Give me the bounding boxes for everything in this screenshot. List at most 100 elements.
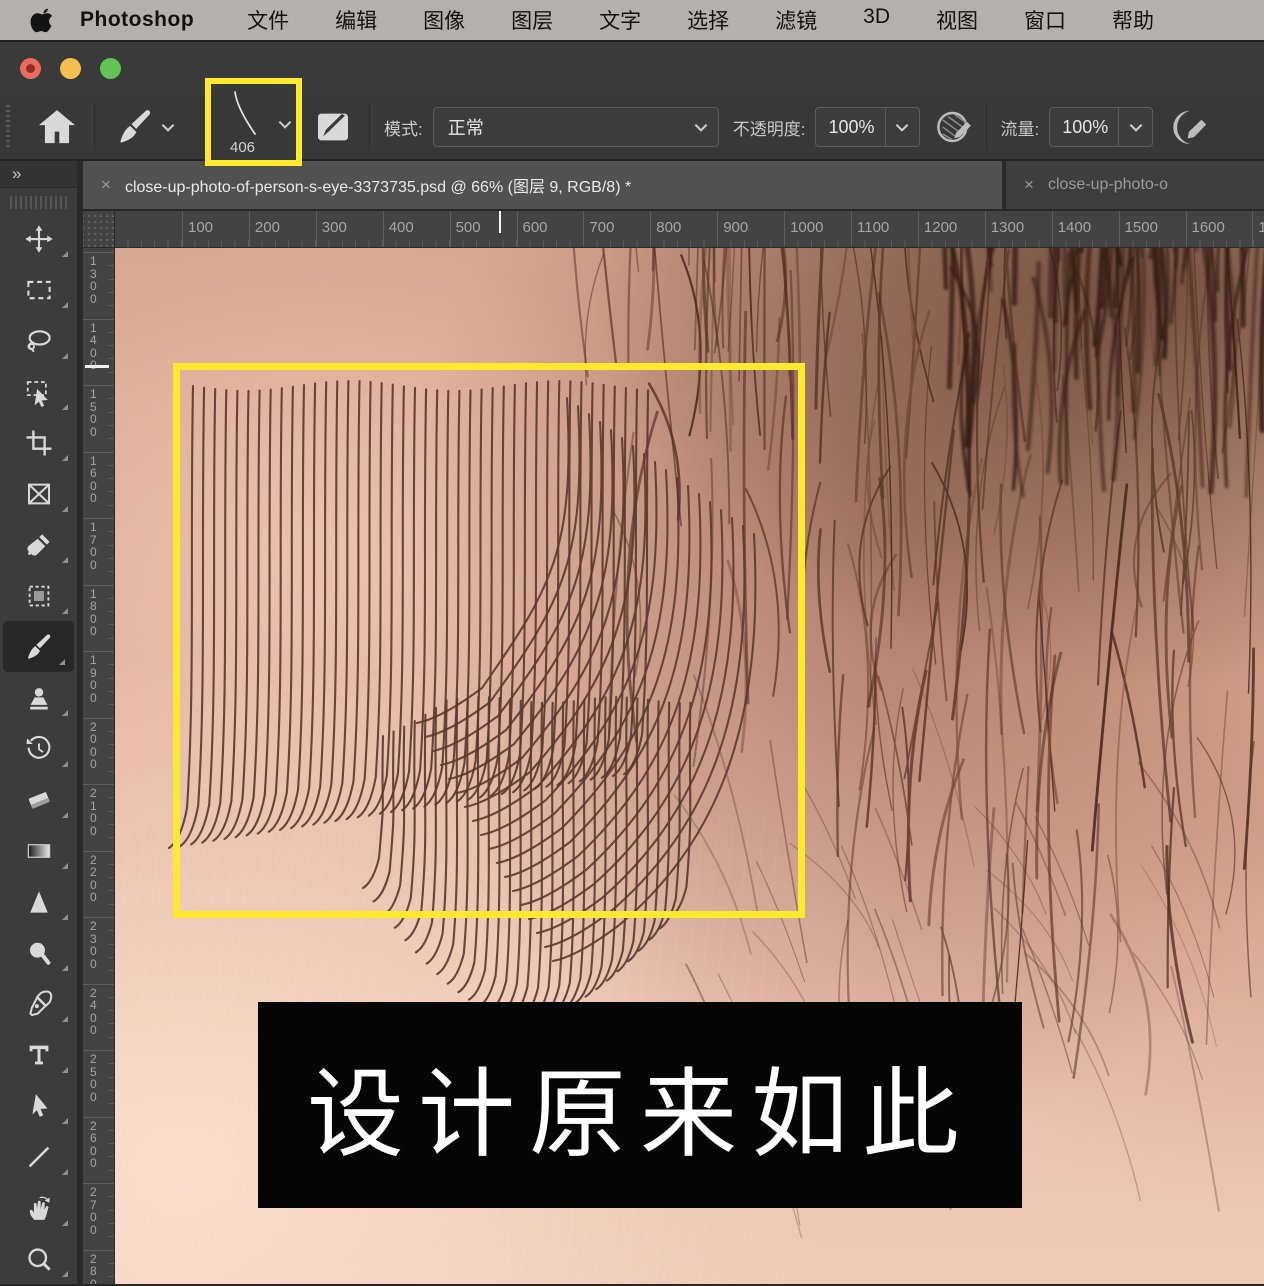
ruler-minor-tick <box>108 398 114 399</box>
opacity-chevron-icon[interactable] <box>885 108 919 146</box>
ruler-minor-tick <box>108 997 114 998</box>
menu-items: 文件编辑图像图层文字选择滤镜3D视图窗口帮助 <box>224 5 1177 35</box>
type-tool-icon <box>24 1040 54 1070</box>
menu-item[interactable]: 帮助 <box>1089 5 1177 35</box>
sharpen-tool[interactable] <box>0 876 77 927</box>
menu-item[interactable]: 图层 <box>488 5 576 35</box>
ruler-label: 2 5 0 0 <box>90 1053 97 1103</box>
document-tab-active[interactable]: × close-up-photo-of-person-s-eye-3373735… <box>83 161 1006 209</box>
ruler-cursor-indicator <box>499 211 501 233</box>
dodge-tool[interactable] <box>0 927 77 978</box>
toggle-brush-settings-panel-icon[interactable] <box>313 107 353 147</box>
type-tool[interactable] <box>0 1029 77 1080</box>
toolbar-grip[interactable] <box>10 196 67 209</box>
marquee-tool[interactable] <box>0 264 77 315</box>
document-canvas[interactable]: 设计原来如此 <box>115 248 1264 1284</box>
ruler-major-tick <box>83 1050 114 1051</box>
brush-stroke-preview-icon <box>225 90 265 136</box>
close-window-button[interactable] <box>20 58 41 79</box>
ruler-label: 2 7 0 0 <box>90 1186 97 1236</box>
ruler-corner[interactable] <box>83 211 115 247</box>
gradient-tool[interactable] <box>0 825 77 876</box>
menu-item[interactable]: 图像 <box>400 5 488 35</box>
menu-item[interactable]: 文字 <box>576 5 664 35</box>
eyedropper-tool[interactable] <box>0 519 77 570</box>
apple-logo-icon[interactable] <box>30 7 56 33</box>
menu-item[interactable]: 3D <box>840 5 913 35</box>
brush-tool[interactable] <box>3 621 74 672</box>
blend-mode-value: 正常 <box>434 114 692 140</box>
menu-item[interactable]: 窗口 <box>1001 5 1089 35</box>
clone-stamp-tool[interactable] <box>0 672 77 723</box>
home-icon[interactable] <box>34 104 80 150</box>
ruler-label: 1 8 0 0 <box>90 588 97 638</box>
app-name[interactable]: Photoshop <box>80 8 194 32</box>
toolbar-expand-button[interactable]: » <box>0 161 77 188</box>
ruler-minor-tick <box>108 491 114 492</box>
flow-chevron-icon[interactable] <box>1118 108 1152 146</box>
ruler-major-tick <box>83 718 114 719</box>
ruler-minor-tick <box>108 638 114 639</box>
airbrush-icon[interactable] <box>1165 104 1211 150</box>
ruler-minor-tick <box>108 930 114 931</box>
menu-item[interactable]: 编辑 <box>312 5 400 35</box>
crop-tool[interactable] <box>0 417 77 468</box>
hand-tool-icon <box>24 1193 54 1223</box>
flow-control[interactable]: 100% <box>1049 107 1153 147</box>
minimize-window-button[interactable] <box>60 58 81 79</box>
horizontal-ruler[interactable]: 1002003004005006007008009001000110012001… <box>115 211 1264 247</box>
eraser-tool[interactable] <box>0 774 77 825</box>
ruler-label: 1 7 0 0 <box>90 521 97 571</box>
menu-item[interactable]: 视图 <box>913 5 1001 35</box>
zoom-window-button[interactable] <box>100 58 121 79</box>
options-bar-grip[interactable] <box>4 105 12 149</box>
ruler-minor-tick <box>108 1090 114 1091</box>
close-tab-icon[interactable]: × <box>1024 175 1034 195</box>
ruler-label: 2 1 0 0 <box>90 787 97 837</box>
brush-tool-icon[interactable] <box>115 107 155 147</box>
ruler-minor-tick <box>108 1037 114 1038</box>
object-selection-tool[interactable] <box>0 366 77 417</box>
menu-item[interactable]: 滤镜 <box>752 5 840 35</box>
opacity-label: 不透明度: <box>733 115 806 140</box>
ruler-major-tick <box>517 211 518 247</box>
eraser-tool-icon <box>24 785 54 815</box>
sharpen-tool-icon <box>24 887 54 917</box>
zoom-tool[interactable] <box>0 1233 77 1284</box>
menu-item[interactable]: 文件 <box>224 5 312 35</box>
pen-tool[interactable] <box>0 978 77 1029</box>
ruler-label: 700 <box>589 219 614 236</box>
ruler-major-tick <box>583 211 584 247</box>
ruler-minor-tick <box>108 744 114 745</box>
hand-tool[interactable] <box>0 1182 77 1233</box>
ruler-major-tick <box>83 585 114 586</box>
frame-tool[interactable] <box>0 468 77 519</box>
brush-preset-picker[interactable]: 406 <box>205 78 302 166</box>
menu-item[interactable]: 选择 <box>664 5 752 35</box>
close-tab-icon[interactable]: × <box>101 175 111 195</box>
lasso-tool-icon <box>24 326 54 356</box>
tool-palette: » <box>0 161 77 1284</box>
ruler-minor-tick <box>108 505 114 506</box>
document-tab-inactive[interactable]: × close-up-photo-o <box>1006 161 1264 209</box>
line-tool-icon <box>24 1142 54 1172</box>
flow-value[interactable]: 100% <box>1050 117 1118 138</box>
flow-label: 流量: <box>1001 115 1040 140</box>
history-brush-tool[interactable] <box>0 723 77 774</box>
ruler-minor-tick <box>108 478 114 479</box>
pressure-opacity-icon[interactable] <box>934 106 976 148</box>
opacity-control[interactable]: 100% <box>815 107 919 147</box>
ruler-label: 1 3 0 0 <box>90 255 97 305</box>
lasso-tool[interactable] <box>0 315 77 366</box>
path-selection-tool[interactable] <box>0 1080 77 1131</box>
opacity-value[interactable]: 100% <box>816 117 884 138</box>
line-tool[interactable] <box>0 1131 77 1182</box>
move-tool[interactable] <box>0 213 77 264</box>
brush-tool-chevron-icon[interactable] <box>159 123 185 132</box>
ruler-label: 600 <box>523 219 548 236</box>
vertical-ruler[interactable]: 1 3 0 01 4 0 01 5 0 01 6 0 01 7 0 01 8 0… <box>83 248 115 1284</box>
divider <box>986 104 987 150</box>
healing-brush-tool[interactable] <box>0 570 77 621</box>
blend-mode-select[interactable]: 正常 <box>433 107 719 147</box>
pen-tool-icon <box>24 989 54 1019</box>
